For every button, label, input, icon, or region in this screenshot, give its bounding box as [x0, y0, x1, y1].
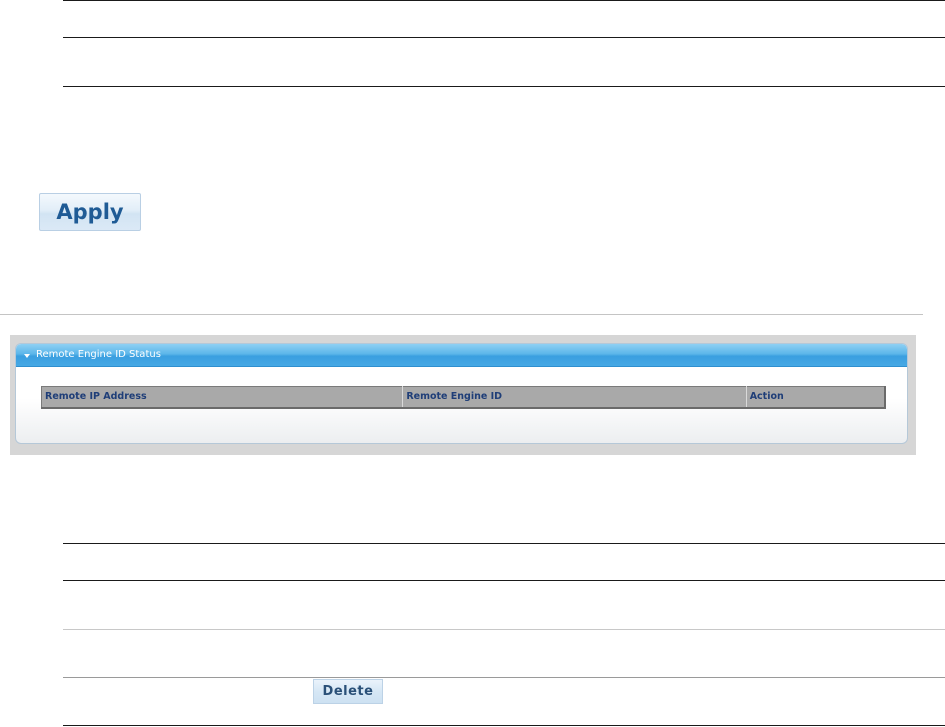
- form-table-bottom-rule: [63, 86, 945, 87]
- remote-engine-status-table: Remote IP Address Remote Engine ID Actio…: [40, 386, 886, 409]
- entry-table-header-divider: [63, 580, 945, 581]
- remote-engine-panel: Remote Engine ID Status Remote IP Addres…: [15, 343, 908, 444]
- section-separator: [0, 314, 923, 315]
- form-table-top-rule: [63, 0, 945, 1]
- column-header-remote-engine-id: Remote Engine ID: [402, 386, 747, 409]
- entry-table-bottom-rule: [63, 725, 945, 726]
- entry-table-top-rule: [63, 543, 945, 544]
- delete-button[interactable]: Delete: [313, 679, 383, 704]
- panel-header[interactable]: Remote Engine ID Status: [16, 344, 907, 367]
- column-header-remote-ip: Remote IP Address: [40, 386, 404, 409]
- entry-table-row-divider: [63, 677, 945, 678]
- table-header-row: Remote IP Address Remote Engine ID Actio…: [40, 386, 886, 409]
- entry-table-row-divider: [63, 629, 945, 630]
- triangle-down-icon[interactable]: [24, 353, 30, 358]
- apply-button[interactable]: Apply: [39, 193, 141, 231]
- column-header-action: Action: [745, 386, 886, 409]
- form-table-row-divider: [63, 37, 945, 38]
- remote-engine-panel-frame: Remote Engine ID Status Remote IP Addres…: [10, 335, 916, 455]
- panel-title: Remote Engine ID Status: [36, 349, 161, 360]
